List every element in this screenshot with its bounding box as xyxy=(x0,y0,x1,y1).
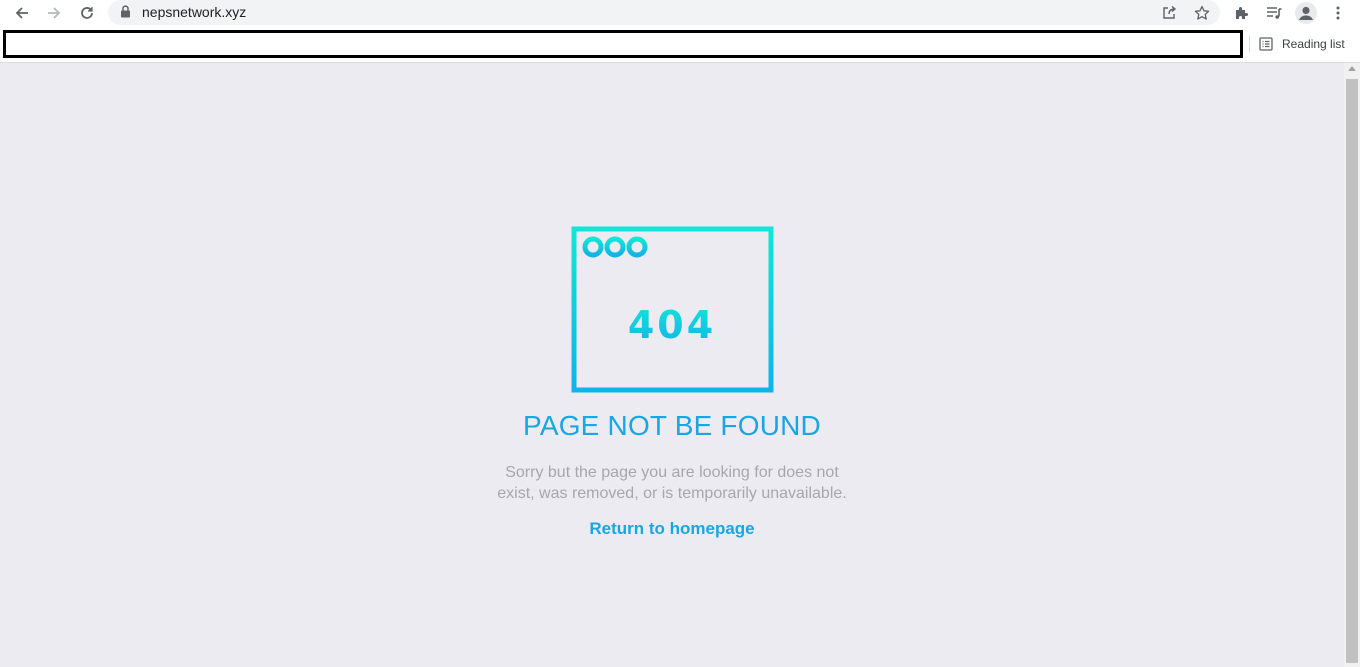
url-text[interactable]: nepsnetwork.xyz xyxy=(142,4,246,20)
reading-list-label: Reading list xyxy=(1282,37,1345,51)
forward-button[interactable] xyxy=(42,1,66,25)
star-icon[interactable] xyxy=(1192,3,1212,23)
avatar-icon xyxy=(1295,2,1317,24)
error-message-line: exist, was removed, or is temporarily un… xyxy=(497,485,847,502)
window-dot-icon xyxy=(582,236,604,258)
window-dot-icon xyxy=(604,236,626,258)
scroll-up-arrow-icon[interactable] xyxy=(1348,66,1356,71)
reload-button[interactable] xyxy=(75,1,99,25)
window-dot-icon xyxy=(626,236,648,258)
extensions-button[interactable] xyxy=(1230,1,1254,25)
reading-list-button[interactable]: Reading list xyxy=(1258,34,1345,54)
page-title: PAGE NOT BE FOUND xyxy=(523,410,821,441)
error-code-label: 404 xyxy=(628,303,716,347)
scrollbar-thumb[interactable] xyxy=(1346,79,1358,663)
redacted-bookmarks xyxy=(3,30,1243,58)
arrow-left-icon xyxy=(15,7,28,19)
browser-toolbar: nepsnetwork.xyz xyxy=(0,0,1360,26)
lock-icon[interactable] xyxy=(120,5,131,23)
page-content: 404 PAGE NOT BE FOUND Sorry but the page… xyxy=(0,63,1344,667)
bookmarks-bar: Reading list xyxy=(0,26,1360,63)
browser-menu-button[interactable] xyxy=(1326,1,1350,25)
media-control-icon xyxy=(1267,7,1282,19)
bookmarks-divider xyxy=(1249,36,1250,52)
share-icon[interactable] xyxy=(1159,3,1179,23)
reload-icon xyxy=(81,7,93,19)
reading-list-icon xyxy=(1259,37,1273,51)
back-button[interactable] xyxy=(10,1,34,25)
profile-button[interactable] xyxy=(1294,1,1318,25)
puzzle-icon xyxy=(1236,7,1248,19)
address-bar[interactable]: nepsnetwork.xyz xyxy=(108,0,1220,25)
arrow-right-icon xyxy=(48,7,61,19)
return-home-link[interactable]: Return to homepage xyxy=(0,519,1344,539)
error-message: Sorry but the page you are looking for d… xyxy=(472,462,872,504)
kebab-menu-icon xyxy=(1336,6,1340,20)
vertical-scrollbar[interactable] xyxy=(1344,63,1360,667)
media-control-button[interactable] xyxy=(1262,1,1286,25)
error-message-line: Sorry but the page you are looking for d… xyxy=(505,464,839,481)
broken-page-illustration: 404 xyxy=(571,226,774,399)
